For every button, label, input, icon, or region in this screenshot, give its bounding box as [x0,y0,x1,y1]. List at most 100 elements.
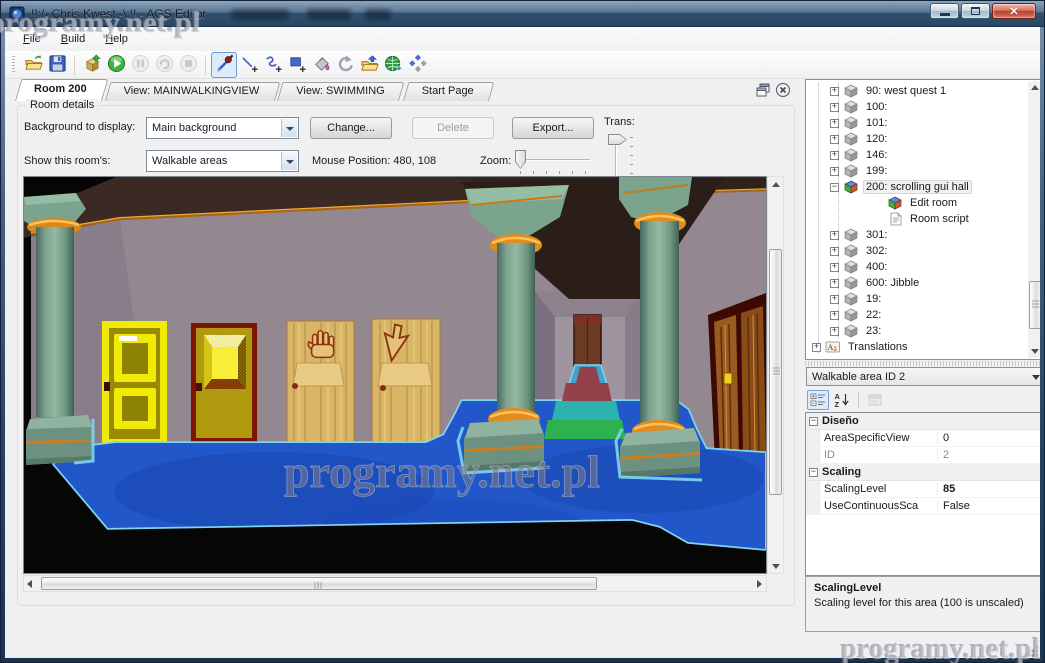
collapse-icon[interactable]: − [830,182,839,192]
property-value[interactable]: False [938,500,1040,512]
panel-splitter[interactable] [805,361,1040,366]
canvas-vertical-scrollbar[interactable] [767,176,784,574]
expand-icon[interactable]: + [830,150,839,160]
tree-item-translations[interactable]: + Aâ Translations [808,339,1027,355]
expand-icon[interactable]: + [830,118,839,128]
cascade-windows-icon[interactable] [755,82,771,98]
delete-button[interactable]: Delete [412,117,494,139]
step-button[interactable] [152,53,176,77]
menu-help[interactable]: Help [95,30,138,48]
tab-view-swimming[interactable]: View: SWIMMING [277,82,399,101]
expand-icon[interactable]: + [830,166,839,176]
horizontal-scroll-thumb[interactable] [41,577,597,590]
scroll-right-icon[interactable] [757,580,762,588]
property-value[interactable]: 0 [938,432,1040,444]
tree-scrollbar[interactable] [1028,81,1040,358]
undo-button[interactable] [333,53,357,77]
pause-button[interactable] [128,53,152,77]
property-category-scaling[interactable]: − Scaling [806,464,1040,481]
background-select[interactable]: Main background [146,117,299,139]
scroll-down-icon[interactable] [772,564,780,569]
tab-start-page[interactable]: Start Page [403,82,489,101]
property-row-scalinglevel[interactable]: ScalingLevel 85 [806,481,1040,498]
expand-icon[interactable]: + [830,294,839,304]
scroll-down-icon[interactable] [1031,349,1039,354]
freehand-tool-button[interactable] [261,53,285,77]
expand-icon[interactable]: + [830,262,839,272]
menu-file[interactable]: File [13,30,51,48]
collapse-icon[interactable]: − [809,467,818,477]
expand-icon[interactable]: + [830,134,839,144]
property-row-id[interactable]: ID 2 [806,447,1040,464]
zoom-slider[interactable] [512,148,604,176]
property-category-dise-o[interactable]: − Diseño [806,413,1040,430]
room-canvas[interactable]: programy.net.pl [23,176,767,574]
tree-item-23[interactable]: +23: [808,323,1027,339]
transparency-slider[interactable] [606,132,640,182]
property-value[interactable]: 85 [938,483,1040,495]
expand-icon[interactable]: + [830,102,839,112]
tree-item-edit-room[interactable]: Edit room [808,195,1027,211]
tree-item-room-script[interactable]: Room script [808,211,1027,227]
line-tool-button[interactable] [237,53,261,77]
expand-icon[interactable]: + [830,326,839,336]
fill-tool-button[interactable] [309,53,333,77]
show-rooms-select[interactable]: Walkable areas [146,150,299,172]
palette-button[interactable] [405,53,429,77]
expand-icon[interactable]: + [830,86,839,96]
scroll-left-icon[interactable] [27,580,32,588]
maximize-button[interactable] [961,3,990,19]
expand-icon[interactable]: + [812,342,821,352]
tree-item-302[interactable]: +302: [808,243,1027,259]
expand-icon[interactable]: + [830,230,839,240]
minimize-button[interactable] [930,3,959,19]
vertical-scroll-thumb[interactable] [769,249,782,495]
property-row-usecontinuoussca[interactable]: UseContinuousSca False [806,498,1040,515]
transparency-slider-thumb[interactable] [608,134,627,145]
alphabetical-sort-button[interactable]: AZ [831,390,853,410]
rectangle-tool-button[interactable] [285,53,309,77]
save-button[interactable] [45,53,69,77]
tab-room-200[interactable]: Room 200 [15,79,102,101]
tree-item-199[interactable]: +199: [808,163,1027,179]
open-file-button[interactable] [21,53,45,77]
tree-item-200-scrolling-gui-hall[interactable]: − 200: scrolling gui hall [808,179,1027,195]
collapse-icon[interactable]: − [809,416,818,426]
change-button[interactable]: Change... [310,117,392,139]
property-row-areaspecificview[interactable]: AreaSpecificView 0 [806,430,1040,447]
tree-item-90-west-quest-1[interactable]: +90: west quest 1 [808,83,1027,99]
tree-item-146[interactable]: +146: [808,147,1027,163]
tree-item-600-jibble[interactable]: +600: Jibble [808,275,1027,291]
tree-item-100[interactable]: +100: [808,99,1027,115]
build-exe-button[interactable] [80,53,104,77]
menu-build[interactable]: Build [51,30,95,48]
tree-item-101[interactable]: +101: [808,115,1027,131]
resize-grip[interactable] [1026,644,1039,657]
property-pages-button[interactable] [864,390,886,410]
close-button[interactable]: ✕ [992,3,1036,19]
tree-item-120[interactable]: +120: [808,131,1027,147]
scroll-up-icon[interactable] [1031,85,1039,90]
select-tool-button[interactable] [211,51,237,78]
expand-icon[interactable]: + [830,278,839,288]
stop-button[interactable] [176,53,200,77]
expand-icon[interactable]: + [830,310,839,320]
tree-scroll-thumb[interactable] [1029,281,1040,329]
export-button[interactable]: Export... [512,117,594,139]
run-button[interactable] [104,53,128,77]
export-button[interactable] [381,53,405,77]
scroll-up-icon[interactable] [772,182,780,187]
property-value[interactable]: 2 [938,449,1040,461]
property-target-select[interactable]: Walkable area ID 2 [806,367,1040,386]
close-pane-icon[interactable] [775,82,791,98]
tree-item-400[interactable]: +400: [808,259,1027,275]
canvas-horizontal-scrollbar[interactable] [23,575,767,592]
tab-view-mainwalkingview[interactable]: View: MAINWALKINGVIEW [105,82,275,101]
import-room-button[interactable] [357,53,381,77]
categorized-view-button[interactable] [807,390,829,410]
expand-icon[interactable]: + [830,246,839,256]
tree-item-19[interactable]: +19: [808,291,1027,307]
tree-item-301[interactable]: +301: [808,227,1027,243]
zoom-slider-thumb[interactable] [515,150,526,169]
tree-item-22[interactable]: +22: [808,307,1027,323]
